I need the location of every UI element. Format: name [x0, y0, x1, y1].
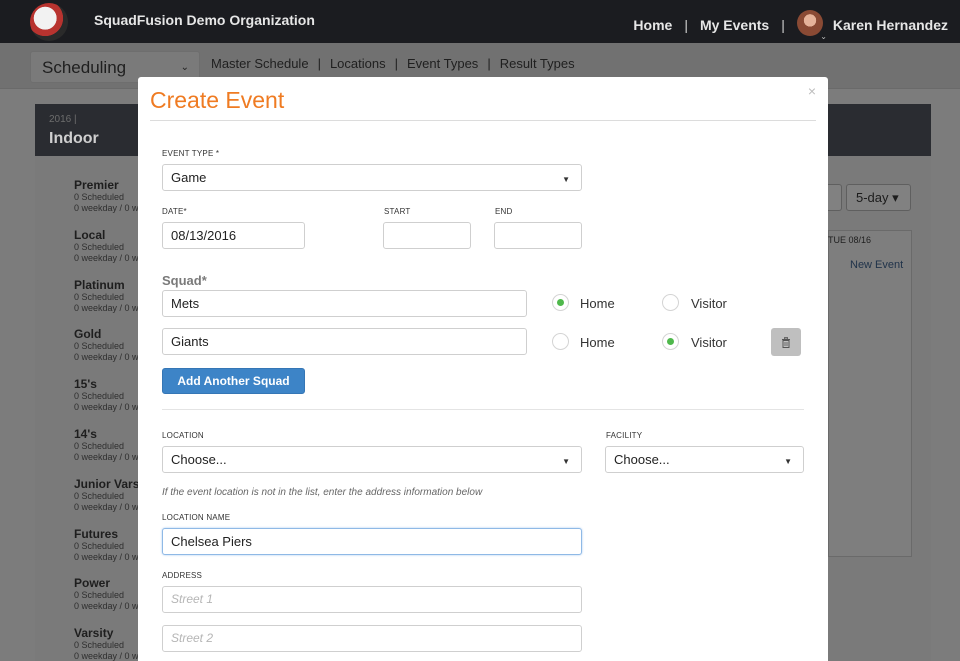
- date-input[interactable]: 08/13/2016: [162, 222, 305, 249]
- caret-down-icon: ▼: [784, 457, 792, 466]
- squad-list: Premier0 Scheduled0 weekday / 0 w Local0…: [74, 178, 139, 661]
- home-radio-1[interactable]: [552, 294, 569, 311]
- squad-label: Squad*: [162, 273, 207, 288]
- date-label: DATE*: [162, 207, 187, 216]
- visitor-radio-label: Visitor: [691, 335, 727, 350]
- squad-list-item[interactable]: Platinum0 Scheduled0 weekday / 0 w: [74, 278, 139, 328]
- end-time-input[interactable]: [494, 222, 582, 249]
- organization-logo[interactable]: [30, 3, 68, 41]
- link-result-types[interactable]: Result Types: [500, 56, 575, 71]
- street1-input[interactable]: Street 1: [162, 586, 582, 613]
- facility-select[interactable]: Choose... ▼: [605, 446, 804, 473]
- new-event-link[interactable]: New Event: [850, 259, 903, 271]
- user-name[interactable]: Karen Hernandez: [833, 17, 948, 33]
- nav-link-my-events[interactable]: My Events: [700, 17, 769, 33]
- user-avatar[interactable]: [797, 10, 823, 36]
- event-type-select[interactable]: Game ▼: [162, 164, 582, 191]
- squad-input-1[interactable]: Mets: [162, 290, 527, 317]
- view-range-button[interactable]: 5-day ▾: [846, 184, 911, 211]
- location-name-label: LOCATION NAME: [162, 513, 230, 522]
- location-label: LOCATION: [162, 431, 204, 440]
- section-select-value: Scheduling: [42, 58, 126, 77]
- modal-title: Create Event: [150, 87, 284, 114]
- delete-squad-button[interactable]: [771, 328, 801, 356]
- squad-list-item[interactable]: Premier0 Scheduled0 weekday / 0 w: [74, 178, 139, 228]
- link-event-types[interactable]: Event Types: [407, 56, 478, 71]
- facility-select-value: Choose...: [614, 452, 670, 467]
- nav-separator: |: [684, 17, 688, 33]
- location-select[interactable]: Choose... ▼: [162, 446, 582, 473]
- caret-down-icon: ▼: [562, 175, 570, 184]
- visitor-radio-label: Visitor: [691, 296, 727, 311]
- address-label: ADDRESS: [162, 571, 202, 580]
- squad-list-item[interactable]: Junior Vars0 Scheduled0 weekday / 0 w: [74, 477, 139, 527]
- season-name: Indoor: [49, 130, 99, 148]
- start-label: START: [384, 207, 410, 216]
- create-event-modal: Create Event × EVENT TYPE * Game ▼ DATE*…: [138, 77, 828, 661]
- location-hint-text: If the event location is not in the list…: [162, 487, 482, 498]
- home-radio-2[interactable]: [552, 333, 569, 350]
- event-type-label: EVENT TYPE *: [162, 149, 219, 158]
- squad-list-item[interactable]: Varsity0 Scheduled0 weekday / 0 w: [74, 626, 139, 661]
- season-year: 2016 |: [49, 114, 77, 125]
- facility-label: FACILITY: [606, 431, 642, 440]
- squad-list-item[interactable]: Local0 Scheduled0 weekday / 0 w: [74, 228, 139, 278]
- nav-links: Home | My Events | Karen Hernandez: [633, 12, 948, 38]
- divider: [150, 120, 816, 121]
- home-radio-label: Home: [580, 335, 615, 350]
- squad-list-item[interactable]: 14's0 Scheduled0 weekday / 0 w: [74, 427, 139, 477]
- chevron-down-icon: ⌄: [181, 62, 189, 73]
- squad-list-item[interactable]: Power0 Scheduled0 weekday / 0 w: [74, 576, 139, 626]
- link-locations[interactable]: Locations: [330, 56, 386, 71]
- add-another-squad-button[interactable]: Add Another Squad: [162, 368, 305, 394]
- squad-list-item[interactable]: Gold0 Scheduled0 weekday / 0 w: [74, 327, 139, 377]
- nav-separator: |: [781, 17, 785, 33]
- location-select-value: Choose...: [171, 452, 227, 467]
- squad-input-2[interactable]: Giants: [162, 328, 527, 355]
- link-master-schedule[interactable]: Master Schedule: [211, 56, 309, 71]
- prev-view-button[interactable]: [828, 184, 842, 211]
- top-navbar: SquadFusion Demo Organization Home | My …: [0, 0, 960, 43]
- start-time-input[interactable]: [383, 222, 471, 249]
- visitor-radio-2[interactable]: [662, 333, 679, 350]
- street2-input[interactable]: Street 2: [162, 625, 582, 652]
- home-radio-label: Home: [580, 296, 615, 311]
- squad-list-item[interactable]: 15's0 Scheduled0 weekday / 0 w: [74, 377, 139, 427]
- nav-link-home[interactable]: Home: [633, 17, 672, 33]
- calendar-day-label: TUE 08/16: [828, 235, 871, 245]
- caret-down-icon: ▼: [562, 457, 570, 466]
- divider: [162, 409, 804, 410]
- trash-icon: [781, 337, 791, 348]
- sub-nav-links: Master Schedule | Locations | Event Type…: [211, 56, 575, 71]
- location-name-input[interactable]: Chelsea Piers: [162, 528, 582, 555]
- visitor-radio-1[interactable]: [662, 294, 679, 311]
- calendar-day-column: [828, 230, 912, 557]
- squad-list-item[interactable]: Futures0 Scheduled0 weekday / 0 w: [74, 527, 139, 577]
- user-menu-chevron-icon[interactable]: ⌄: [820, 32, 827, 41]
- organization-name[interactable]: SquadFusion Demo Organization: [94, 12, 315, 28]
- end-label: END: [495, 207, 513, 216]
- event-type-value: Game: [171, 170, 206, 185]
- close-icon[interactable]: ×: [808, 83, 816, 99]
